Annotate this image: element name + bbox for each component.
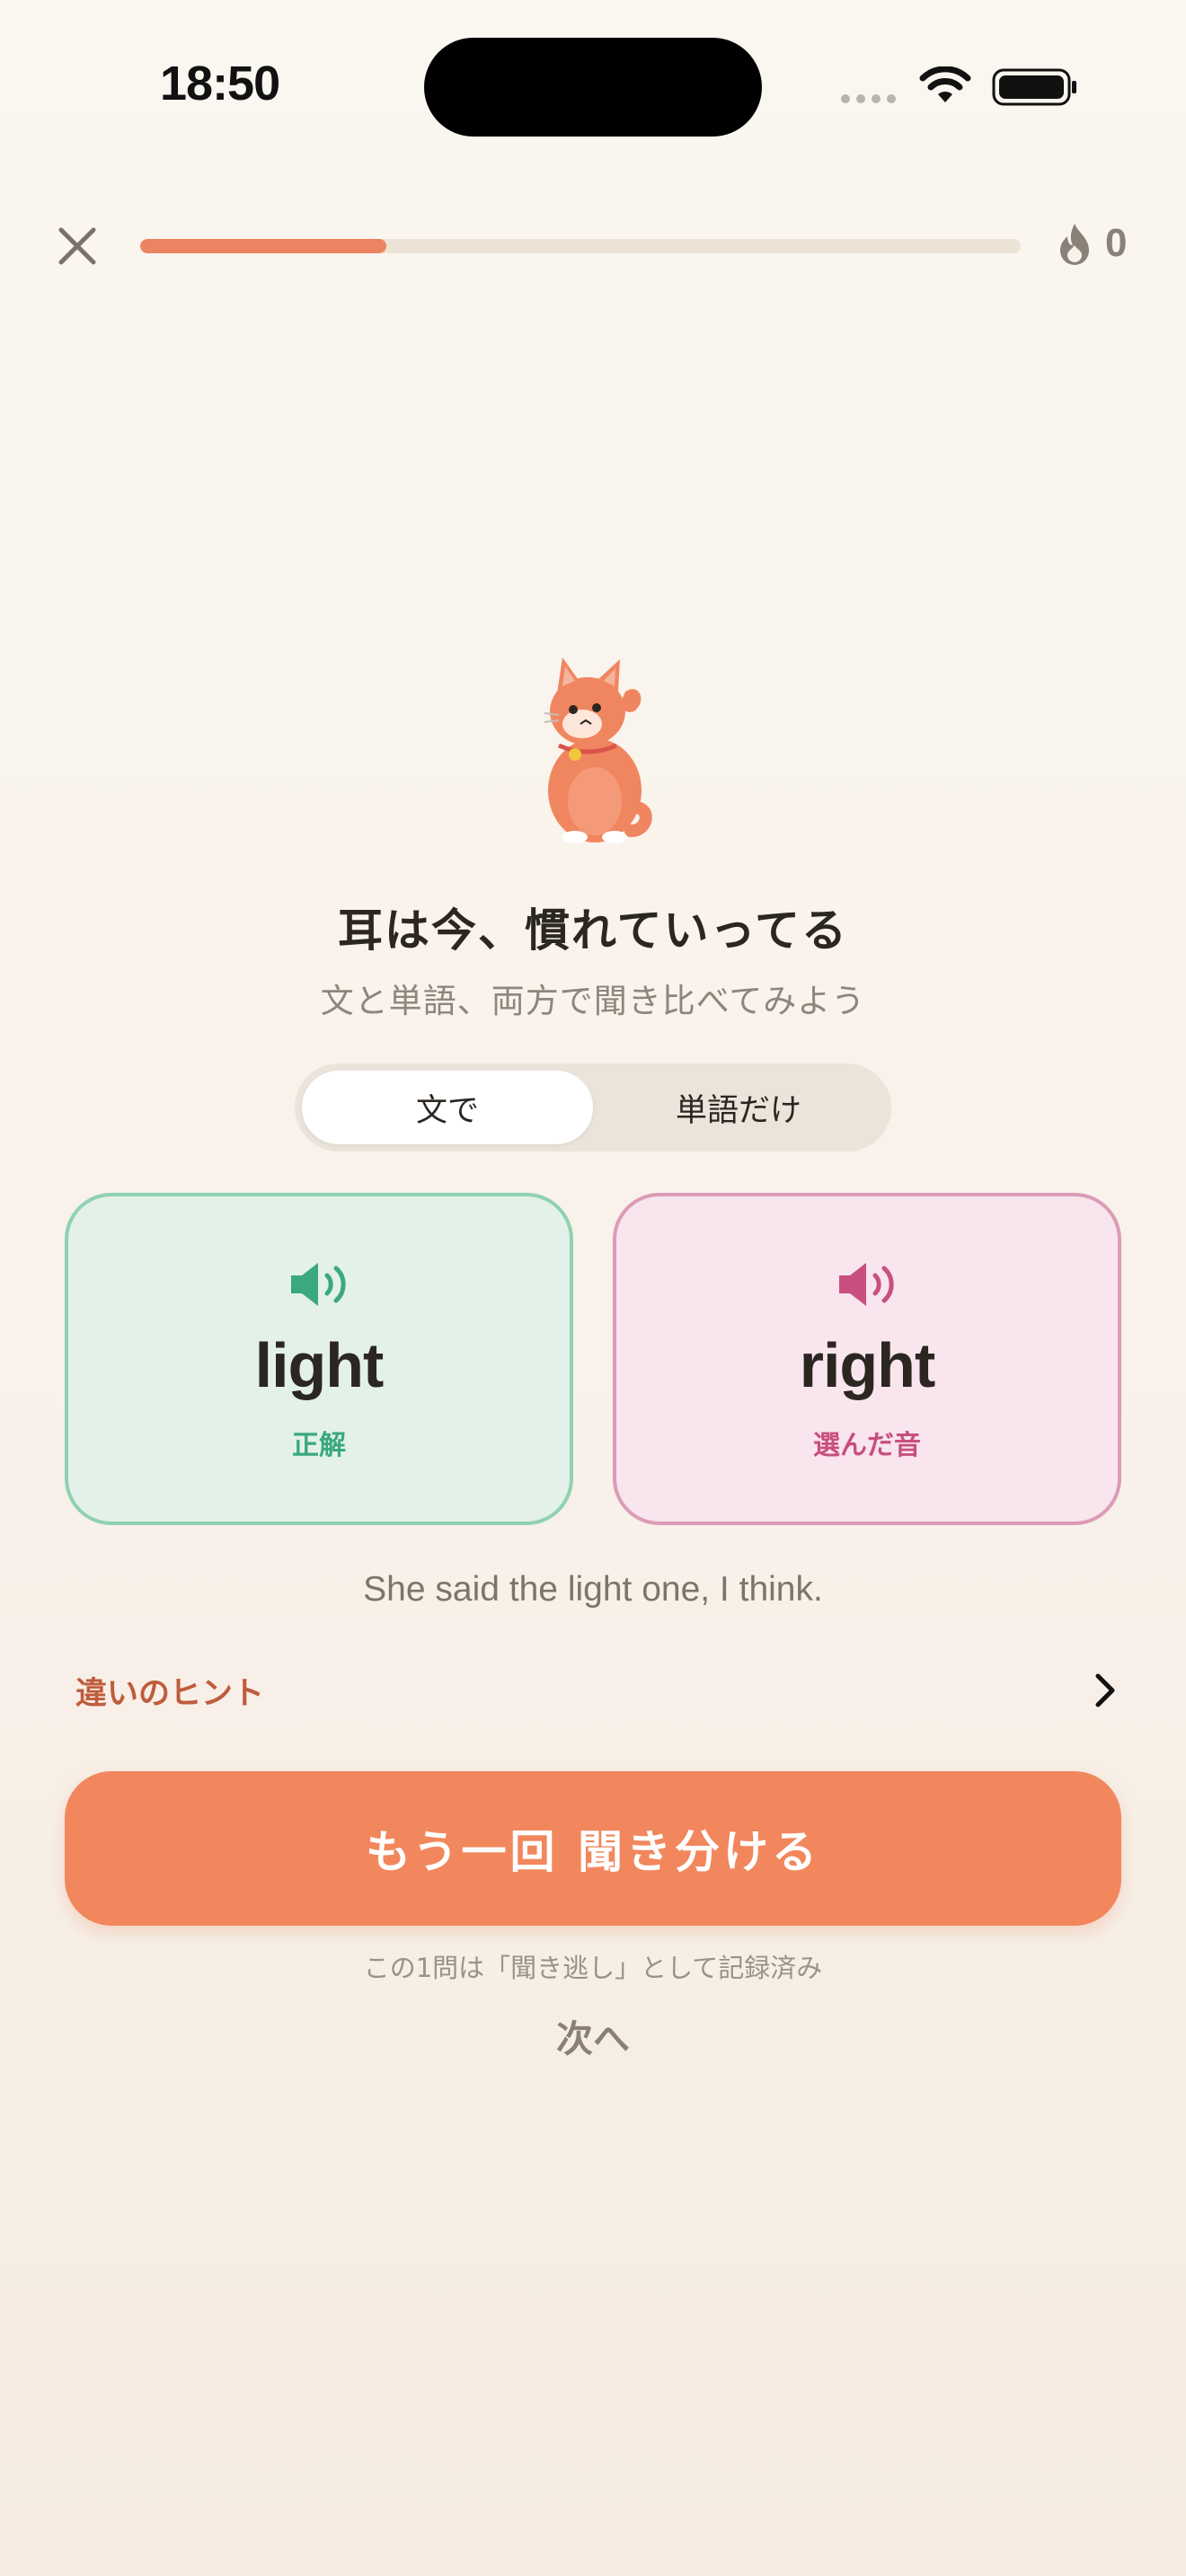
listening-mode-toggle: 文で 単語だけ <box>295 1063 891 1151</box>
correct-tag: 正解 <box>292 1430 346 1461</box>
page-title: 耳は今、慣れていってる <box>338 904 848 957</box>
hint-label: 違いのヒント <box>75 1675 265 1712</box>
tab-word-only[interactable]: 単語だけ <box>593 1071 884 1144</box>
battery-icon <box>992 68 1076 106</box>
lesson-progress-fill <box>140 239 387 253</box>
flame-icon <box>1060 224 1089 265</box>
cat-mascot-icon <box>544 657 652 843</box>
dynamic-island <box>424 38 762 137</box>
lesson-progress-bar <box>140 239 1021 253</box>
retry-listening-button[interactable]: もう一回 聞き分ける <box>65 1771 1121 1926</box>
cellular-signal-icon <box>841 94 896 103</box>
tab-sentence[interactable]: 文で <box>302 1071 593 1144</box>
wifi-icon <box>919 66 971 102</box>
speaker-icon <box>291 1263 346 1306</box>
streak-count: 0 <box>1105 221 1128 265</box>
difference-hint-row[interactable]: 違いのヒント <box>75 1663 1118 1717</box>
record-note: この1問は「聞き逃し」として記録済み <box>363 1953 823 1983</box>
status-time: 18:50 <box>160 57 280 110</box>
close-icon[interactable] <box>52 221 102 271</box>
streak-counter: 0 <box>1057 221 1127 266</box>
correct-word-card[interactable]: light 正解 <box>65 1193 573 1525</box>
next-button[interactable]: 次へ <box>0 2008 1186 2062</box>
correct-word: light <box>254 1330 385 1400</box>
chosen-word-card[interactable]: right 選んだ音 <box>613 1193 1121 1525</box>
speaker-icon <box>839 1263 894 1306</box>
chosen-tag: 選んだ音 <box>813 1430 921 1461</box>
example-sentence: She said the light one, I think. <box>363 1570 823 1609</box>
page-subtitle: 文と単語、両方で聞き比べてみよう <box>320 982 866 1020</box>
chosen-word: right <box>799 1330 936 1400</box>
chevron-right-icon <box>1095 1673 1115 1707</box>
